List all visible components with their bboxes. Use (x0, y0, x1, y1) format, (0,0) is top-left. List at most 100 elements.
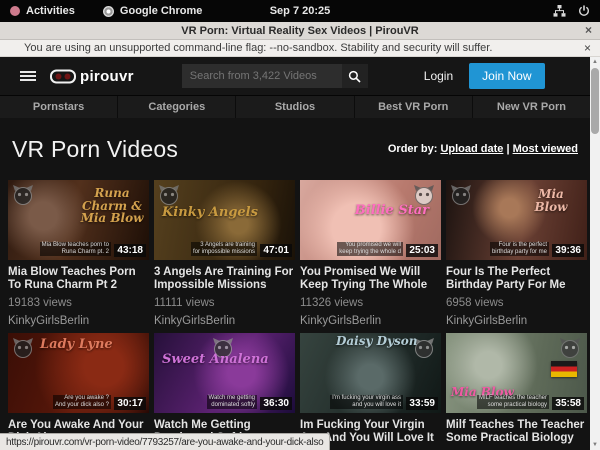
scrollbar[interactable]: ▲ ▼ (590, 57, 600, 450)
thumbnail-caption: Are you awake ?And your dick also ? (53, 395, 111, 409)
video-title[interactable]: Mia Blow Teaches Porn To Runa Charm Pt 2 (8, 266, 149, 292)
studio-logo-icon (12, 337, 34, 359)
german-flag (551, 361, 577, 377)
app-menu-label: Google Chrome (120, 5, 203, 17)
tab-close-icon[interactable]: × (585, 23, 592, 37)
video-duration: 47:01 (260, 244, 292, 257)
video-title[interactable]: You Promised We Will Keep Trying The Who… (300, 266, 441, 292)
video-card: Kinky Angels 3 Angels are trainingfor im… (154, 180, 295, 327)
screen: Activities Google Chrome Sep 7 20:25 VR … (0, 0, 600, 450)
video-duration: 35:58 (552, 397, 584, 410)
order-by-label: Order by: (388, 143, 438, 155)
order-by: Order by: Upload date | Most viewed (388, 143, 578, 155)
video-title[interactable]: Four Is The Perfect Birthday Party For M… (446, 266, 587, 292)
search-button[interactable] (342, 64, 368, 88)
thumbnail-overlay-title: Lady Lyne (40, 338, 113, 352)
thumbnail-caption: Watch me gettingdominated softly (207, 395, 257, 409)
video-title[interactable]: 3 Angels Are Training For Impossible Mis… (154, 266, 295, 292)
search-icon (348, 70, 361, 83)
site-logo-text: pirouvr (80, 68, 134, 85)
site-logo[interactable]: pirouvr (50, 68, 134, 85)
nav-item-studios[interactable]: Studios (236, 96, 354, 118)
video-thumbnail[interactable]: Mia Blow Four is the perfectbirthday par… (446, 180, 587, 260)
thumbnail-overlay-title: Mia Blow (523, 188, 579, 213)
site-header: pirouvr Login Join Now (0, 57, 590, 95)
search-bar (182, 64, 368, 88)
app-menu-button[interactable]: Google Chrome (103, 5, 203, 17)
video-studio-link[interactable]: KinkyGirlsBerlin (446, 315, 587, 327)
nav-item-new-vr-porn[interactable]: New VR Porn (473, 96, 590, 118)
video-grid: Runa Charm & Mia Blow Mia Blow teaches p… (8, 180, 586, 450)
video-views: 6958 views (446, 297, 587, 309)
thumbnail-caption: 3 Angels are trainingfor impossible miss… (191, 242, 257, 256)
activities-dot-icon (10, 6, 20, 16)
thumbnail-caption: Mia Blow teaches porn toRuna Charm pt. 2 (40, 242, 111, 256)
thumbnail-overlay-title: Sweet Analena (162, 353, 269, 367)
video-duration: 43:18 (114, 244, 146, 257)
video-card: Billie Star You promised we willkeep try… (300, 180, 441, 327)
activities-button[interactable]: Activities (10, 5, 75, 17)
warning-close-icon[interactable]: × (584, 41, 591, 55)
video-card: Mia Blow MILF teaches the teachersome pr… (446, 333, 587, 450)
search-input[interactable] (182, 64, 342, 88)
join-now-button[interactable]: Join Now (469, 63, 544, 89)
studio-logo-icon (12, 184, 34, 206)
login-button[interactable]: Login (424, 69, 453, 83)
status-url-tooltip: https://pirouvr.com/vr-porn-video/779325… (0, 433, 330, 450)
nav-item-categories[interactable]: Categories (118, 96, 236, 118)
video-thumbnail[interactable]: Billie Star You promised we willkeep try… (300, 180, 441, 260)
thumbnail-overlay-title: Billie Star (355, 204, 429, 218)
tab-title: VR Porn: Virtual Reality Sex Videos | Pi… (181, 25, 418, 37)
video-thumbnail[interactable]: Sweet Analena Watch me gettingdominated … (154, 333, 295, 413)
video-title[interactable]: Milf Teaches The Teacher Some Practical … (446, 419, 587, 445)
system-top-bar: Activities Google Chrome Sep 7 20:25 (0, 0, 600, 22)
thumbnail-caption: MILF teaches the teachersome practical b… (477, 395, 549, 409)
video-studio-link[interactable]: KinkyGirlsBerlin (154, 315, 295, 327)
video-studio-link[interactable]: KinkyGirlsBerlin (300, 315, 441, 327)
page-viewport: pirouvr Login Join Now Pornstars Categor… (0, 57, 600, 450)
network-icon[interactable] (553, 5, 566, 17)
studio-logo-icon (158, 184, 180, 206)
warning-message: You are using an unsupported command-lin… (24, 42, 492, 54)
video-duration: 25:03 (406, 244, 438, 257)
video-card: Runa Charm & Mia Blow Mia Blow teaches p… (8, 180, 149, 327)
video-views: 11111 views (154, 297, 295, 309)
video-duration: 39:36 (552, 244, 584, 257)
video-card: Mia Blow Four is the perfectbirthday par… (446, 180, 587, 327)
thumbnail-caption: Four is the perfectbirthday party for me (490, 242, 549, 256)
video-duration: 30:17 (114, 397, 146, 410)
video-thumbnail[interactable]: Runa Charm & Mia Blow Mia Blow teaches p… (8, 180, 149, 260)
thumbnail-caption: I'm fucking your virgin assand you will … (330, 395, 403, 409)
video-thumbnail[interactable]: Daisy Dyson I'm fucking your virgin assa… (300, 333, 441, 413)
main-nav: Pornstars Categories Studios Best VR Por… (0, 95, 590, 118)
clock[interactable]: Sep 7 20:25 (0, 5, 600, 17)
scroll-down-icon[interactable]: ▼ (590, 440, 600, 450)
video-thumbnail[interactable]: Lady Lyne Are you awake ?And your dick a… (8, 333, 149, 413)
nav-item-best-vr-porn[interactable]: Best VR Porn (355, 96, 473, 118)
video-studio-link[interactable]: KinkyGirlsBerlin (8, 315, 149, 327)
video-thumbnail[interactable]: Kinky Angels 3 Angels are trainingfor im… (154, 180, 295, 260)
heading-row: VR Porn Videos Order by: Upload date | M… (0, 118, 590, 180)
video-duration: 36:30 (260, 397, 292, 410)
power-icon[interactable] (578, 5, 590, 17)
nav-item-pornstars[interactable]: Pornstars (0, 96, 118, 118)
video-views: 19183 views (8, 297, 149, 309)
chrome-icon (103, 6, 114, 17)
thumbnail-overlay-title: Runa Charm & Mia Blow (79, 187, 145, 225)
hamburger-menu-icon[interactable] (20, 69, 36, 83)
video-duration: 33:59 (406, 397, 438, 410)
order-link-upload-date[interactable]: Upload date (440, 143, 503, 155)
activities-label: Activities (26, 5, 75, 17)
browser-tab[interactable]: VR Porn: Virtual Reality Sex Videos | Pi… (0, 22, 600, 40)
studio-logo-icon (559, 337, 581, 359)
studio-logo-icon (450, 184, 472, 206)
scrollbar-thumb[interactable] (591, 68, 599, 134)
scroll-up-icon[interactable]: ▲ (590, 57, 600, 67)
video-thumbnail[interactable]: Mia Blow MILF teaches the teachersome pr… (446, 333, 587, 413)
thumbnail-caption: You promised we willkeep trying the whol… (337, 242, 403, 256)
warning-infobar: You are using an unsupported command-lin… (0, 40, 600, 57)
page-title: VR Porn Videos (12, 136, 178, 163)
thumbnail-overlay-title: Kinky Angels (162, 206, 258, 220)
order-link-most-viewed[interactable]: Most viewed (513, 143, 578, 155)
order-separator: | (506, 143, 509, 155)
